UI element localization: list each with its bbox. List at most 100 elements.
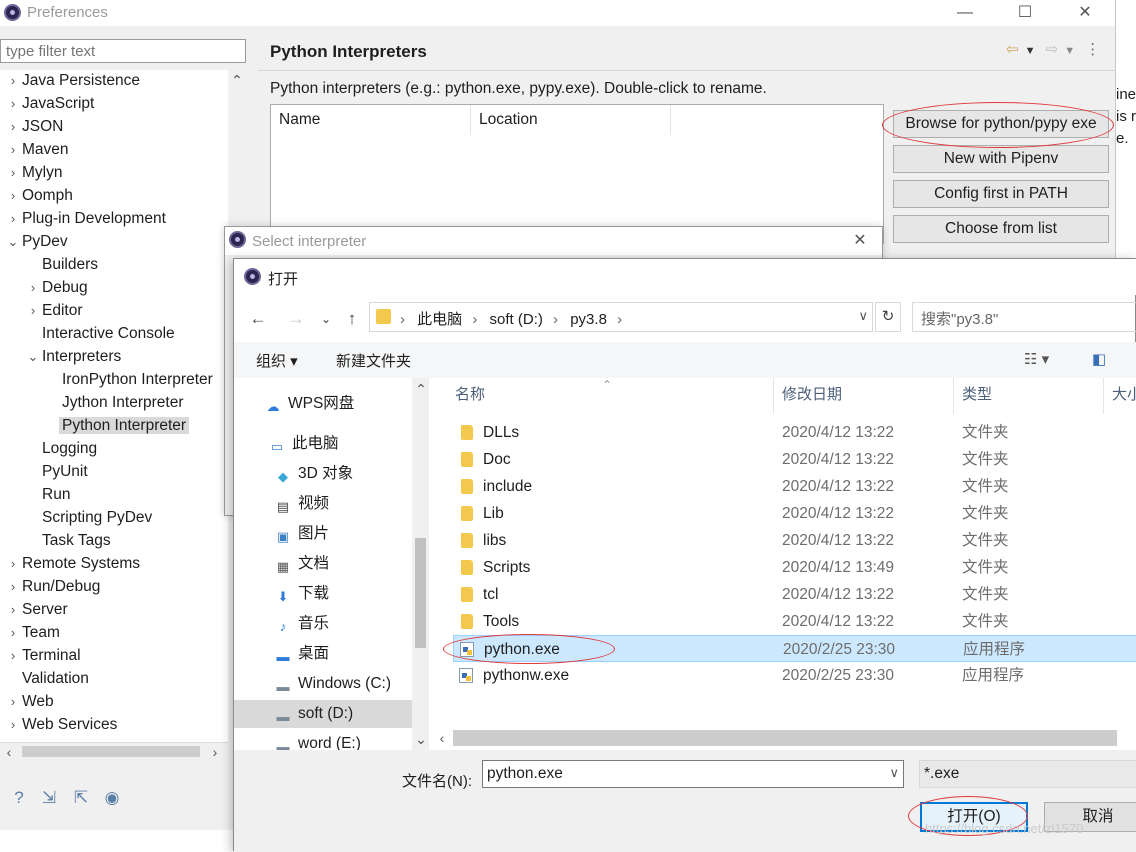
- chevron-right-icon[interactable]: ›: [4, 714, 22, 736]
- maximize-icon[interactable]: ☐: [1010, 2, 1040, 24]
- back-icon[interactable]: ⇦: [1006, 40, 1019, 58]
- filter-input[interactable]: [0, 39, 246, 63]
- filename-input[interactable]: python.exe ∨: [482, 760, 904, 788]
- tree-item[interactable]: Task Tags: [24, 530, 111, 552]
- back-arrow-icon[interactable]: ←: [246, 307, 270, 331]
- tree-item[interactable]: › Java Persistence: [4, 70, 140, 92]
- close-icon[interactable]: ✕: [1070, 2, 1100, 24]
- forward-menu-icon[interactable]: ▼: [1064, 45, 1075, 57]
- column-location[interactable]: Location: [471, 105, 671, 135]
- breadcrumb-item[interactable]: 此电脑: [417, 311, 462, 328]
- close-icon[interactable]: ✕: [845, 230, 875, 252]
- chevron-icon[interactable]: ›: [617, 311, 622, 328]
- chevron-right-icon[interactable]: ›: [4, 208, 22, 230]
- browse-button[interactable]: Browse for python/pypy exe: [893, 110, 1109, 138]
- tree-item[interactable]: Scripting PyDev: [24, 507, 152, 529]
- nav-item[interactable]: ▦ 文档: [234, 550, 412, 578]
- tree-item[interactable]: › Mylyn: [4, 162, 63, 184]
- nav-item[interactable]: ▬ soft (D:): [234, 700, 412, 728]
- tree-item[interactable]: › JavaScript: [4, 93, 95, 115]
- chevron-down-icon[interactable]: ⌄: [24, 346, 42, 368]
- tree-item[interactable]: › Debug: [24, 277, 88, 299]
- column-name[interactable]: Name: [271, 105, 471, 135]
- scroll-thumb[interactable]: [415, 538, 426, 648]
- column-name[interactable]: 名称 ⌃: [447, 378, 774, 414]
- chevron-icon[interactable]: ›: [553, 311, 558, 328]
- chevron-right-icon[interactable]: ›: [4, 553, 22, 575]
- filetype-select[interactable]: *.exe: [919, 760, 1136, 788]
- chevron-right-icon[interactable]: ›: [24, 300, 42, 322]
- nav-item[interactable]: ▬ word (E:): [234, 730, 412, 750]
- chevron-right-icon[interactable]: ›: [4, 599, 22, 621]
- scroll-left-icon[interactable]: ‹: [0, 743, 18, 761]
- tree-item[interactable]: › Plug-in Development: [4, 208, 166, 230]
- chevron-right-icon[interactable]: ›: [4, 645, 22, 667]
- more-icon[interactable]: ⋮: [1085, 40, 1100, 58]
- tree-item[interactable]: › Web Services: [4, 714, 118, 736]
- nav-item[interactable]: ▭ 此电脑: [234, 430, 412, 458]
- file-row[interactable]: python.exe 2020/2/25 23:30 应用程序: [453, 635, 1136, 662]
- search-input[interactable]: 搜索"py3.8": [912, 302, 1136, 332]
- chevron-down-icon[interactable]: ⌄: [4, 231, 22, 253]
- chevron-right-icon[interactable]: ›: [4, 691, 22, 713]
- tree-item[interactable]: ⌄ PyDev: [4, 231, 68, 253]
- chevron-right-icon[interactable]: ›: [4, 139, 22, 161]
- tree-item[interactable]: PyUnit: [24, 461, 88, 483]
- nav-item[interactable]: ⬇ 下载: [234, 580, 412, 608]
- preview-pane-icon[interactable]: ◧: [1092, 350, 1106, 368]
- scroll-right-icon[interactable]: ›: [206, 743, 224, 761]
- nav-item[interactable]: ▤ 视频: [234, 490, 412, 518]
- refresh-icon[interactable]: ↻: [875, 302, 901, 332]
- tree-horizontal-scrollbar[interactable]: ‹ ›: [0, 742, 228, 760]
- column-size[interactable]: 大小: [1104, 378, 1136, 414]
- file-row[interactable]: pythonw.exe 2020/2/25 23:30 应用程序: [453, 662, 1136, 689]
- tree-item[interactable]: Run: [24, 484, 70, 506]
- chevron-right-icon[interactable]: ›: [4, 70, 22, 92]
- file-row[interactable]: Doc 2020/4/12 13:22 文件夹: [453, 446, 1136, 473]
- new-pipenv-button[interactable]: New with Pipenv: [893, 145, 1109, 173]
- up-arrow-icon[interactable]: ↑: [340, 307, 364, 331]
- file-row[interactable]: tcl 2020/4/12 13:22 文件夹: [453, 581, 1136, 608]
- forward-arrow-icon[interactable]: →: [284, 307, 308, 331]
- tree-item[interactable]: Builders: [24, 254, 98, 276]
- chevron-down-icon[interactable]: ∨: [889, 765, 899, 781]
- tree-item[interactable]: Logging: [24, 438, 97, 460]
- tree-item[interactable]: › Team: [4, 622, 60, 644]
- file-row[interactable]: Tools 2020/4/12 13:22 文件夹: [453, 608, 1136, 635]
- record-icon[interactable]: ◉: [100, 786, 124, 810]
- tree-item[interactable]: › Oomph: [4, 185, 73, 207]
- column-type[interactable]: 类型: [954, 378, 1104, 414]
- back-menu-icon[interactable]: ▼: [1025, 45, 1036, 57]
- choose-list-button[interactable]: Choose from list: [893, 215, 1109, 243]
- scroll-left-icon[interactable]: ‹: [433, 729, 451, 747]
- chevron-right-icon[interactable]: ›: [4, 622, 22, 644]
- tree-item[interactable]: Python Interpreter: [44, 415, 190, 437]
- tree-item[interactable]: Validation: [4, 668, 89, 690]
- breadcrumb-item[interactable]: soft (D:): [490, 311, 543, 328]
- tree-item[interactable]: Interactive Console: [24, 323, 175, 345]
- file-row[interactable]: Scripts 2020/4/12 13:49 文件夹: [453, 554, 1136, 581]
- tree-item[interactable]: › Server: [4, 599, 68, 621]
- new-folder-button[interactable]: 新建文件夹: [336, 350, 411, 371]
- nav-item[interactable]: ♪ 音乐: [234, 610, 412, 638]
- chevron-right-icon[interactable]: ›: [4, 162, 22, 184]
- minimize-icon[interactable]: —: [950, 2, 980, 24]
- tree-item[interactable]: › Terminal: [4, 645, 81, 667]
- chevron-down-icon[interactable]: ∨: [858, 308, 868, 324]
- column-date[interactable]: 修改日期: [774, 378, 954, 414]
- chevron-icon[interactable]: ›: [472, 311, 477, 328]
- chevron-right-icon[interactable]: ›: [4, 185, 22, 207]
- file-row[interactable]: Lib 2020/4/12 13:22 文件夹: [453, 500, 1136, 527]
- tree-item[interactable]: › Run/Debug: [4, 576, 101, 598]
- address-bar[interactable]: › 此电脑 › soft (D:) › py3.8 › ∨: [369, 302, 873, 332]
- help-icon[interactable]: ?: [7, 786, 31, 810]
- nav-vertical-scrollbar[interactable]: ⌃ ⌄: [412, 378, 429, 750]
- chevron-icon[interactable]: ›: [400, 311, 405, 328]
- chevron-right-icon[interactable]: ›: [4, 576, 22, 598]
- tree-item[interactable]: › Maven: [4, 139, 69, 161]
- scroll-down-icon[interactable]: ⌄: [412, 730, 430, 748]
- tree-item[interactable]: › Editor: [24, 300, 83, 322]
- scroll-thumb[interactable]: [22, 746, 200, 757]
- nav-item[interactable]: ▬ Windows (C:): [234, 670, 412, 698]
- tree-item[interactable]: Jython Interpreter: [44, 392, 183, 414]
